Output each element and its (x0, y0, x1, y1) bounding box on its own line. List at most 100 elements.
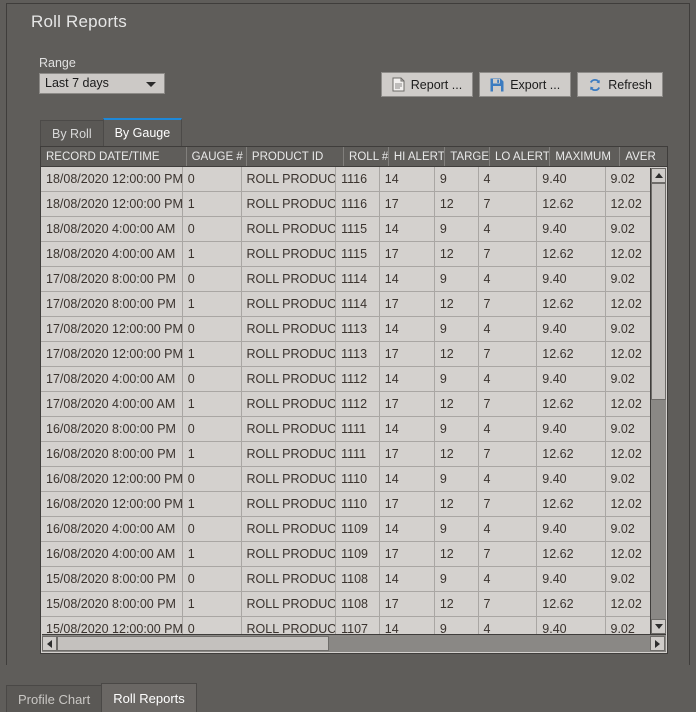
table-cell[interactable]: 17/08/2020 12:00:00 PM (41, 342, 183, 366)
table-cell[interactable]: 1114 (336, 267, 380, 291)
table-cell[interactable]: 9.40 (537, 217, 606, 241)
table-row[interactable]: 17/08/2020 8:00:00 PM1ROLL PRODUCT 21114… (41, 292, 651, 317)
table-cell[interactable]: 1108 (336, 567, 380, 591)
table-cell[interactable]: 7 (479, 592, 538, 616)
table-cell[interactable]: 0 (183, 167, 242, 191)
table-cell[interactable]: 7 (479, 492, 538, 516)
table-cell[interactable]: 1110 (336, 467, 380, 491)
table-cell[interactable]: 9.40 (537, 617, 606, 634)
table-cell[interactable]: 1 (183, 442, 242, 466)
table-cell[interactable]: 17/08/2020 8:00:00 PM (41, 292, 183, 316)
refresh-button[interactable]: Refresh (577, 72, 663, 97)
table-cell[interactable]: ROLL PRODUCT 2 (242, 542, 337, 566)
table-cell[interactable]: 1 (183, 192, 242, 216)
table-cell[interactable]: 12 (435, 242, 479, 266)
table-cell[interactable]: 9 (435, 367, 479, 391)
table-cell[interactable]: ROLL PRODUCT 2 (242, 167, 337, 191)
table-cell[interactable]: 12 (435, 542, 479, 566)
horizontal-scrollbar[interactable] (42, 634, 651, 652)
table-cell[interactable]: 9.02 (606, 317, 652, 341)
table-cell[interactable]: 9.40 (537, 467, 606, 491)
table-cell[interactable]: ROLL PRODUCT 2 (242, 442, 337, 466)
table-cell[interactable]: 7 (479, 342, 538, 366)
tab-by-roll[interactable]: By Roll (40, 120, 104, 146)
table-cell[interactable]: 1 (183, 492, 242, 516)
table-cell[interactable]: 16/08/2020 12:00:00 PM (41, 492, 183, 516)
table-cell[interactable]: ROLL PRODUCT 2 (242, 242, 337, 266)
column-header-lo-alert[interactable]: LO ALERT (490, 147, 551, 166)
table-cell[interactable]: 16/08/2020 8:00:00 PM (41, 417, 183, 441)
table-row[interactable]: 16/08/2020 12:00:00 PM1ROLL PRODUCT 2111… (41, 492, 651, 517)
table-cell[interactable]: 9.40 (537, 367, 606, 391)
scroll-up-button[interactable] (651, 168, 666, 183)
table-cell[interactable]: 17/08/2020 4:00:00 AM (41, 392, 183, 416)
table-cell[interactable]: 1110 (336, 492, 380, 516)
table-cell[interactable]: 1114 (336, 292, 380, 316)
table-row[interactable]: 18/08/2020 4:00:00 AM0ROLL PRODUCT 21115… (41, 217, 651, 242)
bottom-tab-profile-chart[interactable]: Profile Chart (6, 685, 103, 712)
table-cell[interactable]: 16/08/2020 12:00:00 PM (41, 467, 183, 491)
table-cell[interactable]: 12.02 (606, 492, 652, 516)
table-cell[interactable]: ROLL PRODUCT 2 (242, 342, 337, 366)
table-cell[interactable]: 12.02 (606, 192, 652, 216)
table-cell[interactable]: 4 (479, 417, 538, 441)
table-cell[interactable]: ROLL PRODUCT 1 (242, 592, 337, 616)
vertical-scrollbar[interactable] (650, 168, 666, 634)
table-cell[interactable]: 4 (479, 517, 538, 541)
table-cell[interactable]: 9 (435, 617, 479, 634)
table-cell[interactable]: 9 (435, 567, 479, 591)
table-cell[interactable]: 12 (435, 342, 479, 366)
table-cell[interactable]: 7 (479, 242, 538, 266)
table-cell[interactable]: 9.02 (606, 367, 652, 391)
table-cell[interactable]: 12.02 (606, 242, 652, 266)
range-select[interactable]: Last 7 days (39, 73, 165, 94)
table-cell[interactable]: 12 (435, 442, 479, 466)
table-cell[interactable]: 9.02 (606, 517, 652, 541)
table-row[interactable]: 16/08/2020 8:00:00 PM1ROLL PRODUCT 21111… (41, 442, 651, 467)
table-cell[interactable]: 1111 (336, 442, 380, 466)
scroll-right-button[interactable] (650, 636, 665, 651)
table-cell[interactable]: ROLL PRODUCT 2 (242, 267, 337, 291)
column-header-roll-number[interactable]: ROLL # (344, 147, 389, 166)
table-cell[interactable]: 12.02 (606, 592, 652, 616)
table-cell[interactable]: 14 (380, 517, 435, 541)
column-header-maximum[interactable]: MAXIMUM (550, 147, 621, 166)
table-row[interactable]: 18/08/2020 12:00:00 PM0ROLL PRODUCT 2111… (41, 167, 651, 192)
table-cell[interactable]: 9.40 (537, 567, 606, 591)
table-cell[interactable]: 1107 (336, 617, 380, 634)
table-cell[interactable]: 1112 (336, 392, 380, 416)
table-cell[interactable]: 1 (183, 392, 242, 416)
table-cell[interactable]: 0 (183, 217, 242, 241)
table-cell[interactable]: 1112 (336, 367, 380, 391)
report-button[interactable]: Report ... (380, 72, 474, 97)
table-cell[interactable]: 9.02 (606, 167, 652, 191)
table-cell[interactable]: 17/08/2020 12:00:00 PM (41, 317, 183, 341)
table-cell[interactable]: 4 (479, 367, 538, 391)
table-cell[interactable]: ROLL PRODUCT 2 (242, 217, 337, 241)
table-cell[interactable]: 9 (435, 417, 479, 441)
table-cell[interactable]: 4 (479, 167, 538, 191)
table-cell[interactable]: 4 (479, 567, 538, 591)
table-cell[interactable]: 4 (479, 267, 538, 291)
table-cell[interactable]: 17 (380, 192, 435, 216)
table-cell[interactable]: 17 (380, 292, 435, 316)
bottom-tab-roll-reports[interactable]: Roll Reports (101, 683, 197, 712)
table-cell[interactable]: 4 (479, 467, 538, 491)
table-cell[interactable]: 1 (183, 242, 242, 266)
table-cell[interactable]: 12.62 (537, 242, 606, 266)
table-row[interactable]: 17/08/2020 4:00:00 AM1ROLL PRODUCT 21112… (41, 392, 651, 417)
table-cell[interactable]: 14 (380, 417, 435, 441)
table-cell[interactable]: 14 (380, 617, 435, 634)
table-cell[interactable]: 16/08/2020 4:00:00 AM (41, 517, 183, 541)
table-row[interactable]: 17/08/2020 8:00:00 PM0ROLL PRODUCT 21114… (41, 267, 651, 292)
horizontal-scroll-thumb[interactable] (57, 636, 329, 651)
scroll-down-button[interactable] (651, 619, 666, 634)
table-cell[interactable]: 9 (435, 467, 479, 491)
table-cell[interactable]: 7 (479, 292, 538, 316)
table-cell[interactable]: ROLL PRODUCT 2 (242, 292, 337, 316)
table-cell[interactable]: 4 (479, 317, 538, 341)
table-row[interactable]: 15/08/2020 8:00:00 PM0ROLL PRODUCT 11108… (41, 567, 651, 592)
table-cell[interactable]: 16/08/2020 8:00:00 PM (41, 442, 183, 466)
table-cell[interactable]: 1 (183, 592, 242, 616)
table-cell[interactable]: 7 (479, 192, 538, 216)
